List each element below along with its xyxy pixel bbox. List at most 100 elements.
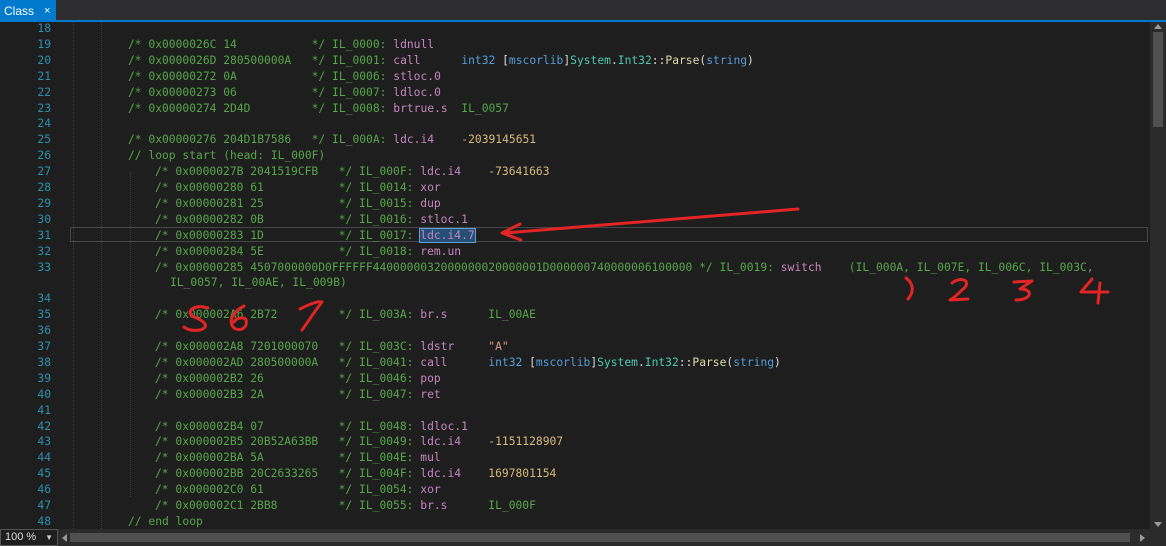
line-number: 41	[37, 403, 51, 417]
code-line[interactable]: 22 /* 0x00000273 06 */ IL_0007: ldloc.0	[0, 85, 1150, 101]
code-token: /* 0x00000281 25 */	[155, 196, 360, 210]
code-text: /* 0x000002AD 280500000A */ IL_0041: cal…	[155, 355, 781, 371]
code-line[interactable]: 34	[0, 291, 1150, 307]
code-token: IL_0019:	[719, 260, 781, 274]
line-number: 47	[37, 499, 51, 512]
line-number: 30	[37, 212, 51, 226]
code-token: Int32	[644, 355, 679, 369]
code-line[interactable]: IL_0057, IL_00AE, IL_009B)	[0, 275, 1150, 291]
code-text: /* 0x0000026C 14 */ IL_0000: ldnull	[128, 37, 434, 53]
code-line[interactable]: 42 /* 0x000002B4 07 */ IL_0048: ldloc.1	[0, 419, 1150, 435]
code-token: IL_0014:	[359, 181, 421, 194]
code-line[interactable]: 32 /* 0x00000284 5E */ IL_0018: rem.un	[0, 244, 1150, 260]
code-token: Parse	[692, 355, 727, 369]
scroll-right-icon[interactable]	[1140, 534, 1145, 542]
code-line[interactable]: 37 /* 0x000002A8 7201000070 */ IL_003C: l…	[0, 339, 1150, 355]
code-line[interactable]: 20 /* 0x0000026D 280500000A */ IL_0001: c…	[0, 53, 1150, 69]
code-text: /* 0x000002B4 07 */ IL_0048: ldloc.1	[155, 419, 468, 435]
code-line[interactable]: 40 /* 0x000002B3 2A */ IL_0047: ret	[0, 387, 1150, 403]
code-token: IL_0007:	[332, 85, 394, 99]
code-text: /* 0x00000281 25 */ IL_0015: dup	[155, 196, 441, 212]
code-line[interactable]: 23 /* 0x00000274 2D4D */ IL_0008: brtrue.…	[0, 101, 1150, 117]
line-number: 38	[37, 355, 51, 369]
code-line[interactable]: 48 // end loop	[0, 514, 1150, 529]
code-line[interactable]: 31 /* 0x00000283 1D */ IL_0017: ldc.i4.7	[0, 227, 1150, 244]
line-number: 27	[37, 165, 51, 179]
tab-class[interactable]: Class ×	[0, 0, 57, 22]
code-line[interactable]: 21 /* 0x00000272 0A */ IL_0006: stloc.0	[0, 69, 1150, 85]
code-line[interactable]: 45 /* 0x000002BB 20C2633265 */ IL_004F: l…	[0, 466, 1150, 482]
code-token: System	[597, 355, 638, 369]
code-token: /* 0x0000026D 280500000A */	[128, 53, 333, 67]
code-token: xor	[420, 181, 441, 194]
scroll-down-icon[interactable]	[1154, 522, 1162, 527]
code-token: Parse	[665, 53, 700, 67]
code-token: /* 0x000002A8 7201000070 */	[155, 340, 360, 353]
code-line[interactable]: 47 /* 0x000002C1 2BB8 */ IL_0055: br.s IL…	[0, 498, 1150, 514]
code-line[interactable]: 27 /* 0x0000027B 2041519CFB */ IL_000F: l…	[0, 164, 1150, 180]
zoom-select[interactable]: 100 % ▼	[0, 529, 58, 546]
code-token: [	[522, 355, 536, 369]
code-token: IL_000F	[488, 499, 536, 512]
code-text: /* 0x00000283 1D */ IL_0017: ldc.i4.7	[155, 227, 476, 244]
code-token: string	[733, 355, 775, 369]
vertical-scrollbar[interactable]	[1150, 22, 1166, 529]
code-token: IL_003C:	[359, 340, 421, 353]
code-line[interactable]: 41	[0, 403, 1150, 419]
code-token: IL_0001:	[332, 53, 394, 67]
code-token: System	[570, 53, 611, 67]
selected-token: ldc.i4.7	[419, 227, 476, 243]
close-icon[interactable]: ×	[44, 0, 50, 22]
code-text: /* 0x000002A8 7201000070 */ IL_003C: lds…	[155, 339, 509, 355]
code-token: -1151128907	[488, 435, 564, 449]
code-line[interactable]: 26 // loop start (head: IL_000F)	[0, 148, 1150, 164]
scroll-up-icon[interactable]	[1154, 24, 1162, 29]
code-token: /* 0x000002C0 61 */	[155, 483, 360, 497]
code-token: IL_00AE	[488, 308, 536, 322]
code-line[interactable]: 19 /* 0x0000026C 14 */ IL_0000: ldnull	[0, 37, 1150, 53]
code-line[interactable]: 25 /* 0x00000276 204D1B7586 */ IL_000A: l…	[0, 132, 1150, 148]
code-line[interactable]: 38 /* 0x000002AD 280500000A */ IL_0041: c…	[0, 355, 1150, 371]
code-line[interactable]: 39 /* 0x000002B2 26 */ IL_0046: pop	[0, 371, 1150, 387]
code-token: /* 0x00000273 06 */	[128, 85, 333, 99]
vertical-scroll-thumb[interactable]	[1153, 32, 1163, 127]
code-token: IL_0008:	[332, 101, 394, 115]
code-token: int32	[488, 355, 523, 369]
line-number: 31	[37, 228, 51, 242]
code-token: /* 0x00000272 0A */	[128, 69, 333, 83]
code-token: IL_0046:	[359, 371, 421, 385]
code-editor[interactable]: 18 19/* 0x0000026C 14 */ IL_0000: ldnull 2…	[0, 22, 1166, 529]
code-line[interactable]: 24	[0, 116, 1150, 132]
horizontal-scroll-thumb[interactable]	[70, 533, 1130, 542]
code-line[interactable]: 18	[0, 22, 1150, 37]
code-token: IL_0054:	[359, 483, 421, 497]
code-line[interactable]: 43 /* 0x000002B5 20B52A63BB */ IL_0049: l…	[0, 434, 1150, 450]
code-token: [	[495, 53, 509, 67]
code-token: ldloc.1	[420, 419, 468, 433]
code-token: IL_0057, IL_00AE, IL_009B)	[170, 276, 347, 290]
code-token: "A"	[488, 340, 509, 353]
line-number: 23	[37, 101, 51, 115]
scroll-left-icon[interactable]	[62, 534, 67, 542]
code-line[interactable]: 36	[0, 323, 1150, 339]
code-line[interactable]: 33 /* 0x00000285 4507000000D0FFFFFF440000…	[0, 260, 1150, 276]
code-token: IL_0017:	[359, 228, 421, 242]
code-line[interactable]: 35 /* 0x000002A6 2B72 */ IL_003A: br.s IL…	[0, 307, 1150, 323]
code-line[interactable]: 30 /* 0x00000282 0B */ IL_0016: stloc.1	[0, 212, 1150, 228]
code-text: /* 0x000002B2 26 */ IL_0046: pop	[155, 371, 441, 387]
code-line[interactable]: 44 /* 0x000002BA 5A */ IL_004E: mul	[0, 450, 1150, 466]
code-line[interactable]: 46 /* 0x000002C0 61 */ IL_0054: xor	[0, 482, 1150, 498]
code-line[interactable]: 28 /* 0x00000280 61 */ IL_0014: xor	[0, 180, 1150, 196]
code-token: )	[747, 53, 754, 67]
code-token: ldc.i4	[420, 165, 462, 179]
code-token: mul	[420, 451, 441, 465]
code-line[interactable]: 29 /* 0x00000281 25 */ IL_0015: dup	[0, 196, 1150, 212]
code-token: stloc.1	[420, 212, 468, 226]
code-token: /* 0x00000274 2D4D */	[128, 101, 333, 115]
code-token: (IL_000A, IL_007E, IL_006C, IL_003C,	[848, 260, 1094, 274]
code-token: // loop start (head: IL_000F)	[128, 149, 326, 163]
